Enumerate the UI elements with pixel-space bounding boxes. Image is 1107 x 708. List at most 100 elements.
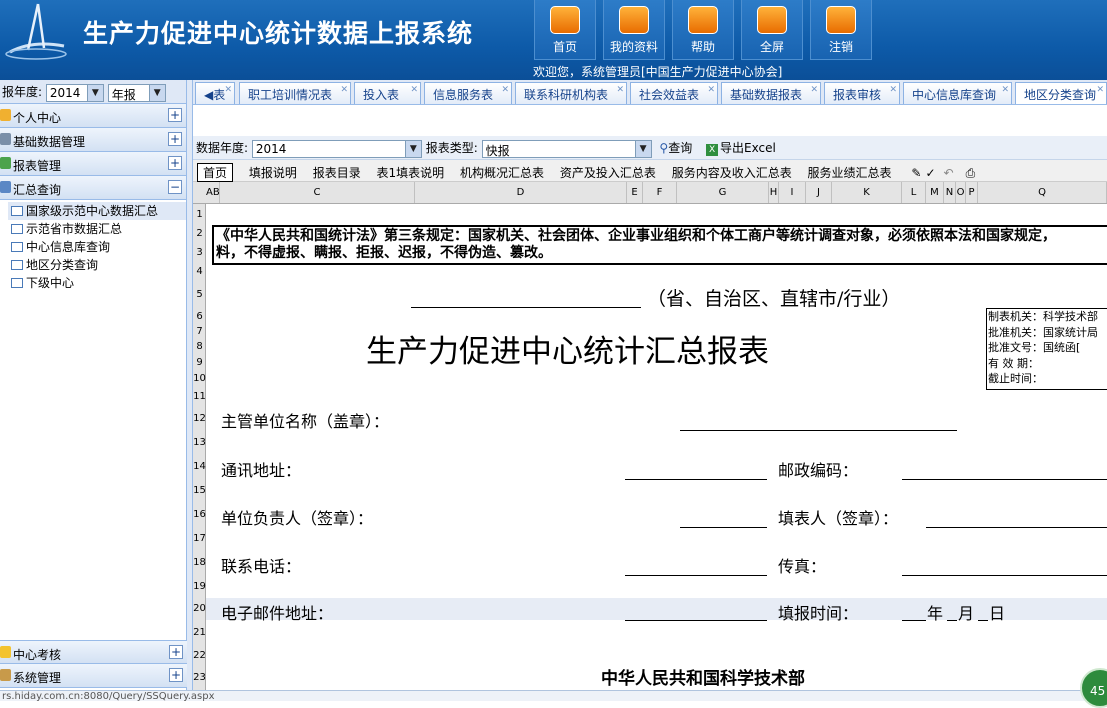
expand-icon[interactable]: + xyxy=(168,108,182,122)
sheet-tab-org-summary[interactable]: 机构概况汇总表 xyxy=(460,164,544,181)
column-header[interactable]: N xyxy=(944,182,956,203)
report-year-select[interactable]: 2014 ▼ xyxy=(45,83,104,102)
column-header[interactable]: C xyxy=(220,182,415,203)
row-header[interactable]: 21 xyxy=(193,627,206,638)
close-icon[interactable]: ✕ xyxy=(224,85,232,95)
report-type-select[interactable]: 快报 ▼ xyxy=(481,139,652,158)
unit-name-field[interactable] xyxy=(680,430,957,431)
fax-field[interactable] xyxy=(902,575,1107,576)
column-header[interactable]: D xyxy=(415,182,627,203)
home-button[interactable]: 首页 xyxy=(534,0,596,60)
column-header[interactable]: G xyxy=(677,182,769,203)
row-header[interactable]: 11 xyxy=(193,391,206,402)
row-header[interactable]: 13 xyxy=(193,437,206,448)
leader-field[interactable] xyxy=(680,527,767,528)
tree-item-center-info-query[interactable]: 中心信息库查询 xyxy=(8,238,186,256)
row-header[interactable]: 6 xyxy=(193,311,206,322)
chevron-down-icon[interactable]: ▼ xyxy=(404,140,421,157)
filler-field[interactable] xyxy=(926,527,1107,528)
close-icon[interactable]: ✕ xyxy=(707,85,715,95)
row-header[interactable]: 15 xyxy=(193,485,206,496)
row-header[interactable]: 12 xyxy=(193,413,206,424)
row-header[interactable]: 2 xyxy=(193,228,206,239)
sheet-tab-instructions[interactable]: 填报说明 xyxy=(249,164,297,181)
sheet-tab-assets-summary[interactable]: 资产及投入汇总表 xyxy=(560,164,656,181)
chevron-down-icon[interactable]: ▼ xyxy=(86,84,103,101)
close-icon[interactable]: ✕ xyxy=(616,85,624,95)
fill-month-field[interactable] xyxy=(947,620,957,621)
fill-day-field[interactable] xyxy=(978,620,988,621)
undo-icon[interactable]: ↶ xyxy=(944,166,954,180)
sheet-tab-service-income-summary[interactable]: 服务内容及收入汇总表 xyxy=(672,164,792,181)
close-icon[interactable]: ✕ xyxy=(889,85,897,95)
logout-button[interactable]: 注销 xyxy=(810,0,872,60)
tree-item-national-demo-summary[interactable]: 国家级示范中心数据汇总 xyxy=(8,202,186,220)
tab-social-benefit[interactable]: 社会效益表 ✕ xyxy=(630,82,718,104)
tree-item-region-query[interactable]: 地区分类查询 xyxy=(8,256,186,274)
close-icon[interactable]: ✕ xyxy=(1001,85,1009,95)
column-header[interactable]: L xyxy=(902,182,926,203)
row-header[interactable]: 23 xyxy=(193,672,206,683)
section-personal-center[interactable]: 个人中心 + xyxy=(0,104,186,128)
row-header[interactable]: 5 xyxy=(193,289,206,300)
sheet-tab-home[interactable]: 首页 xyxy=(197,163,234,182)
expand-icon[interactable]: + xyxy=(169,645,183,659)
column-header[interactable]: I xyxy=(779,182,806,203)
fullscreen-button[interactable]: 全屏 xyxy=(741,0,803,60)
my-profile-button[interactable]: 我的资料 xyxy=(603,0,665,60)
tab-report-review[interactable]: 报表审核 ✕ xyxy=(824,82,900,104)
section-system-management[interactable]: 系统管理 + xyxy=(0,664,187,688)
close-icon[interactable]: ✕ xyxy=(810,85,818,95)
data-year-select[interactable]: 2014 ▼ xyxy=(251,139,422,158)
fill-year-field[interactable] xyxy=(902,620,926,621)
expand-icon[interactable]: + xyxy=(168,132,182,146)
row-header[interactable]: 14 xyxy=(193,461,206,472)
row-header[interactable]: 20 xyxy=(193,603,206,614)
expand-icon[interactable]: + xyxy=(169,668,183,682)
expand-icon[interactable]: + xyxy=(168,156,182,170)
row-header[interactable]: 10 xyxy=(193,373,206,384)
export-excel-button[interactable]: X 导出Excel xyxy=(706,141,776,156)
check-icon[interactable]: ✓ xyxy=(925,166,935,180)
sheet-tab-table1-notes[interactable]: 表1填表说明 xyxy=(377,164,445,181)
help-button[interactable]: 帮助 xyxy=(672,0,734,60)
row-header[interactable]: 16 xyxy=(193,509,206,520)
close-icon[interactable]: ✕ xyxy=(1096,85,1104,95)
column-header[interactable]: E xyxy=(627,182,643,203)
chevron-down-icon[interactable]: ▼ xyxy=(634,140,651,157)
close-icon[interactable]: ✕ xyxy=(340,85,348,95)
sheet-tab-service-performance-summary[interactable]: 服务业绩汇总表 xyxy=(808,164,892,181)
column-header[interactable]: H xyxy=(769,182,779,203)
column-header[interactable]: Q xyxy=(978,182,1107,203)
sheet-tab-catalog[interactable]: 报表目录 xyxy=(313,164,361,181)
row-header[interactable]: 19 xyxy=(193,581,206,592)
column-header[interactable]: M xyxy=(926,182,944,203)
row-header[interactable]: 9 xyxy=(193,357,206,368)
postcode-field[interactable] xyxy=(902,479,1107,480)
column-header[interactable]: F xyxy=(643,182,677,203)
section-center-assessment[interactable]: 中心考核 + xyxy=(0,640,187,664)
row-header[interactable]: 3 xyxy=(193,247,206,258)
email-field[interactable] xyxy=(625,620,767,621)
column-header[interactable]: O xyxy=(956,182,966,203)
progress-badge[interactable]: 45 xyxy=(1080,668,1107,708)
column-header[interactable]: J xyxy=(806,182,832,203)
close-icon[interactable]: ✕ xyxy=(501,85,509,95)
edit-icon[interactable]: ✎ xyxy=(911,166,921,180)
tab-investment[interactable]: 投入表 ✕ xyxy=(354,82,421,104)
address-field[interactable] xyxy=(625,479,767,480)
tree-item-sub-center[interactable]: 下级中心 xyxy=(8,274,186,292)
phone-field[interactable] xyxy=(625,575,767,576)
report-period-select[interactable]: 年报 ▼ xyxy=(107,83,166,102)
section-basic-data[interactable]: 基础数据管理 + xyxy=(0,128,186,152)
scroll-left-icon[interactable]: ◀ xyxy=(204,88,213,102)
column-header[interactable]: P xyxy=(966,182,978,203)
row-header[interactable]: 17 xyxy=(193,533,206,544)
row-header[interactable]: 22 xyxy=(193,650,206,661)
tab-research-institutions[interactable]: 联系科研机构表 ✕ xyxy=(515,82,627,104)
tab-partial[interactable]: ◀表 ✕ xyxy=(195,82,235,104)
tree-item-demo-province-summary[interactable]: 示范省市数据汇总 xyxy=(8,220,186,238)
tab-basic-data-report[interactable]: 基础数据报表 ✕ xyxy=(721,82,821,104)
row-header[interactable]: 1 xyxy=(193,209,206,220)
close-icon[interactable]: ✕ xyxy=(410,85,418,95)
